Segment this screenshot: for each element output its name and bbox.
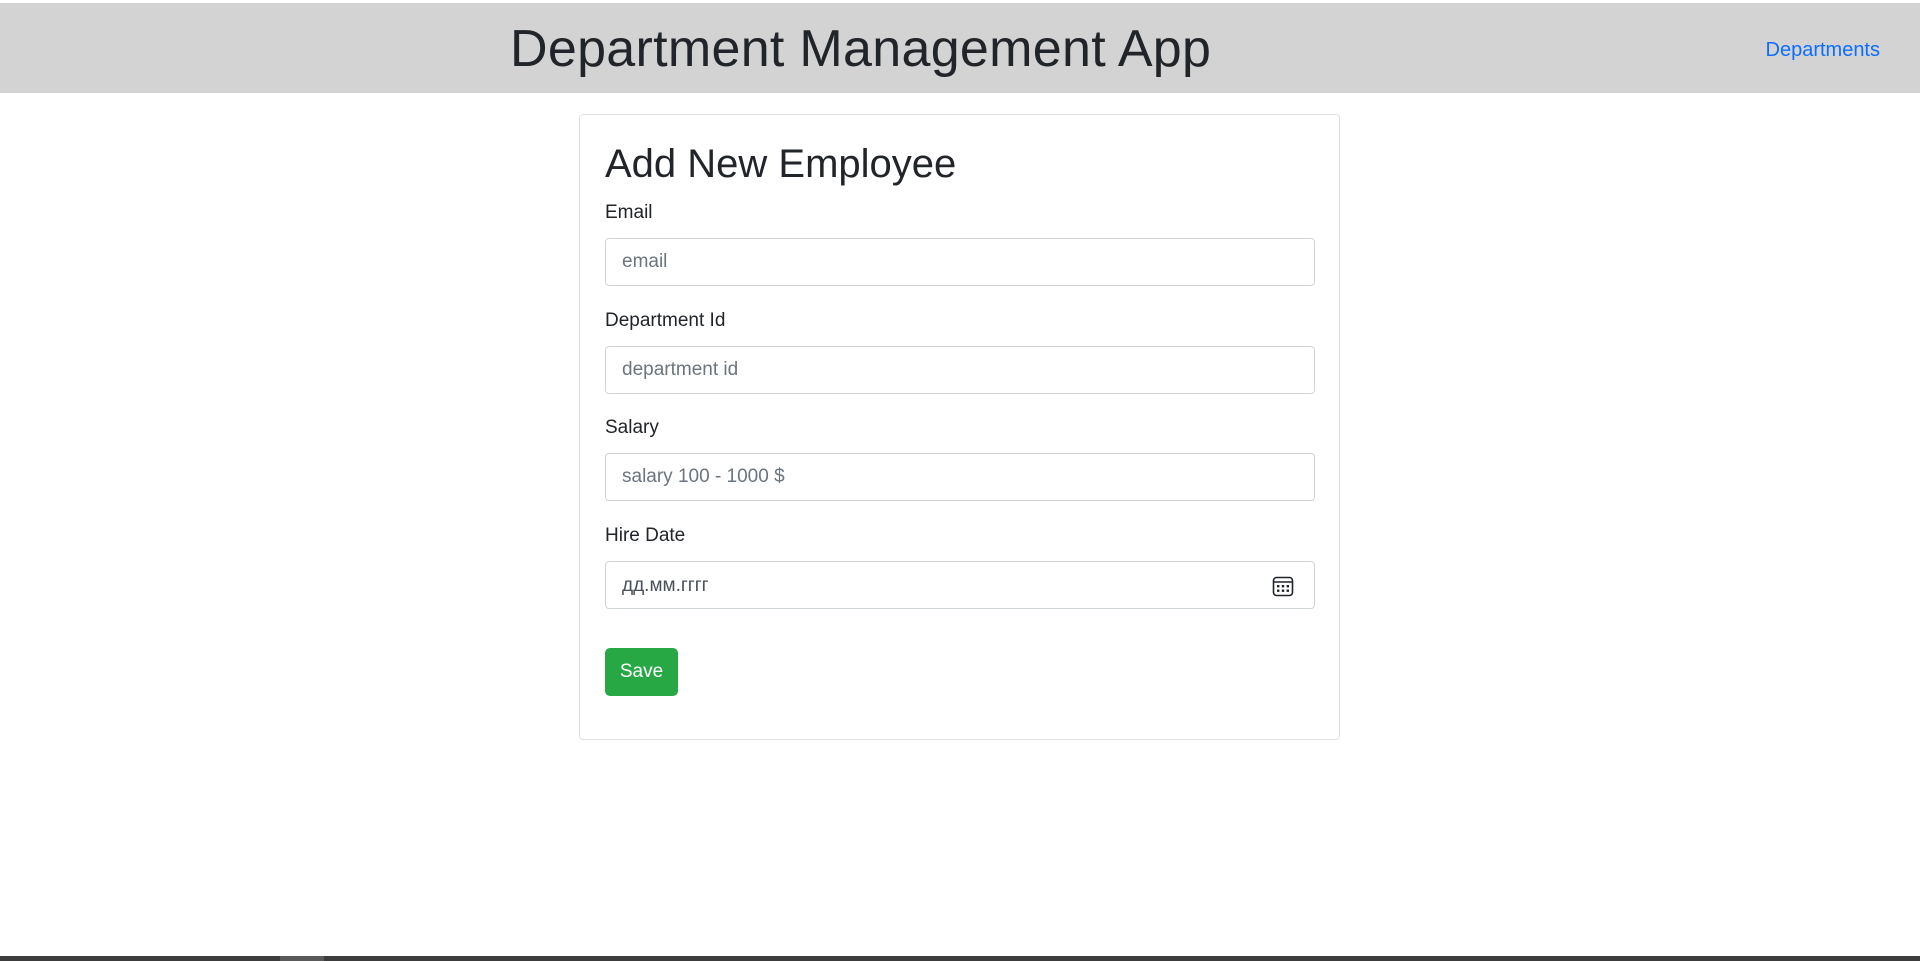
- app-title: Department Management App: [510, 20, 1212, 78]
- hire-date-label: Hire Date: [605, 525, 686, 546]
- department-id-label: Department Id: [605, 310, 726, 331]
- salary-field[interactable]: [605, 453, 1315, 501]
- form-title: Add New Employee: [605, 142, 957, 186]
- nav-link-departments[interactable]: Departments: [1766, 39, 1881, 62]
- save-button[interactable]: Save: [605, 648, 678, 696]
- taskbar-edge: [0, 956, 1920, 961]
- taskbar-highlight: [280, 956, 324, 961]
- email-field[interactable]: [605, 238, 1315, 286]
- calendar-icon[interactable]: [1272, 575, 1294, 597]
- add-employee-card: Add New Employee Email Department Id Sal…: [579, 114, 1340, 740]
- email-label: Email: [605, 202, 653, 223]
- salary-label: Salary: [605, 417, 659, 438]
- app-header: Department Management App Departments: [0, 3, 1920, 93]
- hire-date-placeholder: дд.мм.гггг: [622, 575, 709, 596]
- department-id-field[interactable]: [605, 346, 1315, 394]
- hire-date-field[interactable]: дд.мм.гггг: [605, 561, 1315, 609]
